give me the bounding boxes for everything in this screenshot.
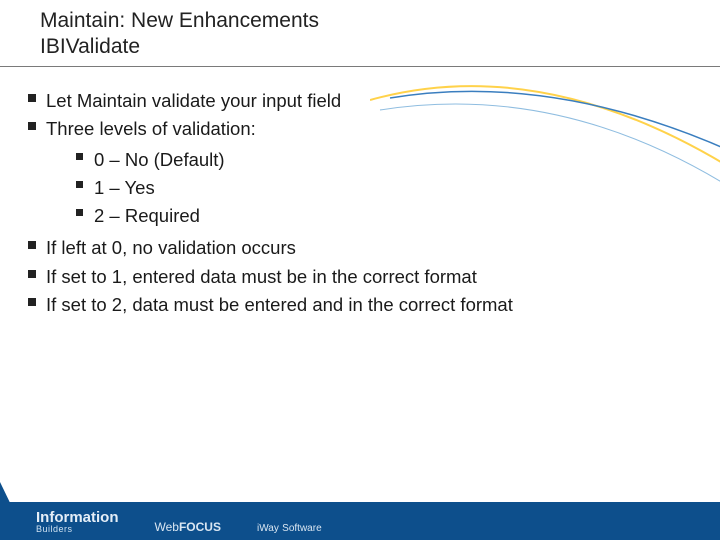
body-content: Let Maintain validate your input field T…	[28, 86, 692, 320]
brand-sub: Builders	[36, 525, 119, 534]
bullet-item: If set to 2, data must be entered and in…	[28, 292, 692, 318]
sub-bullet-item: 2 – Required	[76, 203, 692, 229]
footer-accent	[0, 482, 28, 540]
footer: Information Builders WebFOCUS iWay Softw…	[0, 482, 720, 540]
bullet-item: If set to 1, entered data must be in the…	[28, 264, 692, 290]
title-underline	[0, 66, 720, 67]
title-line-2: IBIValidate	[40, 34, 319, 60]
bullet-item: Let Maintain validate your input field	[28, 88, 692, 114]
slide: Maintain: New Enhancements IBIValidate L…	[0, 0, 720, 540]
brand-iway-sub: Software	[282, 523, 321, 534]
bullet-item: If left at 0, no validation occurs	[28, 235, 692, 261]
footer-brands: Information Builders WebFOCUS iWay Softw…	[36, 511, 322, 534]
title-line-1: Maintain: New Enhancements	[40, 8, 319, 34]
sub-bullet-list: 0 – No (Default) 1 – Yes 2 – Required	[76, 147, 692, 230]
brand-iway-main: iWay	[257, 523, 279, 534]
bullet-list: Let Maintain validate your input field T…	[28, 88, 692, 318]
bullet-text: Three levels of validation:	[46, 118, 256, 139]
brand-information-builders: Information Builders	[36, 511, 119, 534]
slide-title: Maintain: New Enhancements IBIValidate	[40, 8, 319, 61]
brand-wf-prefix: Web	[155, 520, 179, 534]
bullet-item: Three levels of validation: 0 – No (Defa…	[28, 116, 692, 229]
sub-bullet-item: 1 – Yes	[76, 175, 692, 201]
sub-bullet-item: 0 – No (Default)	[76, 147, 692, 173]
brand-webfocus: WebFOCUS	[155, 520, 221, 534]
brand-iway: iWay Software	[257, 520, 322, 534]
brand-wf-suffix: FOCUS	[179, 520, 221, 534]
